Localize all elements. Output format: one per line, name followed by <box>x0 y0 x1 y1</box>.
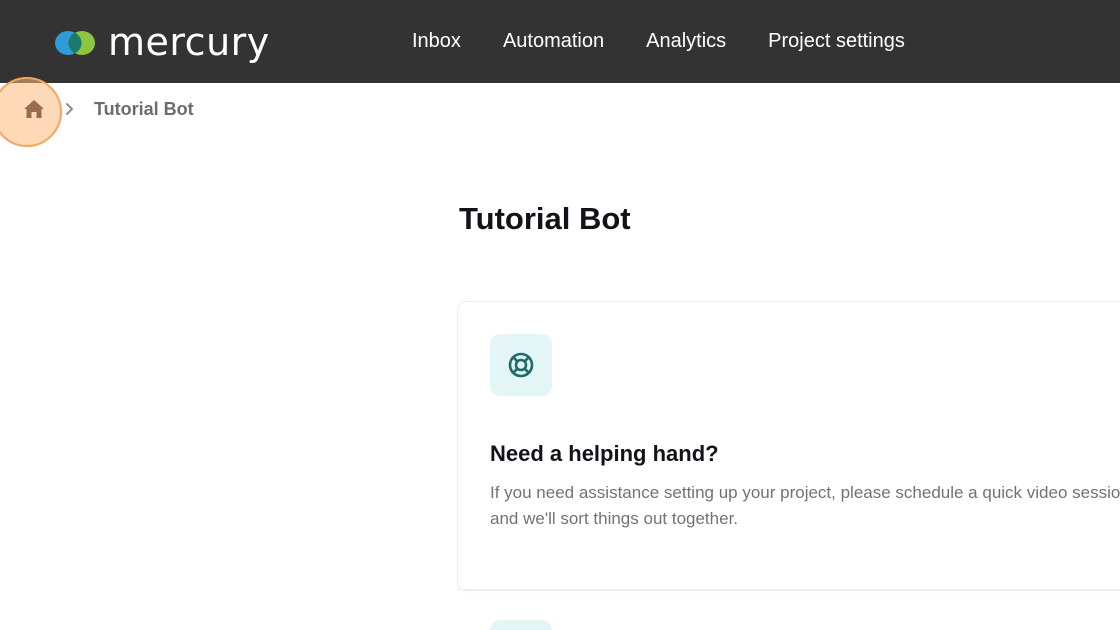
mercury-logo-icon <box>55 31 95 55</box>
help-card-description: If you need assistance setting up your p… <box>490 483 1120 528</box>
logo-wordmark: mercury <box>108 20 270 64</box>
help-card: Need a helping hand? If you need assista… <box>457 301 1120 591</box>
main-nav: Inbox Automation Analytics Project setti… <box>412 29 905 53</box>
top-navigation-bar: mercury Inbox Automation Analytics Proje… <box>0 0 1120 83</box>
mercury-logo[interactable]: mercury <box>54 20 270 64</box>
nav-item-automation[interactable]: Automation <box>503 29 604 53</box>
chevron-right-icon <box>66 103 73 115</box>
help-card-title: Need a helping hand? <box>490 441 719 466</box>
help-card-icon-box <box>490 334 552 396</box>
breadcrumb: Tutorial Bot <box>0 77 400 147</box>
lifebuoy-icon <box>508 352 534 378</box>
nav-item-analytics[interactable]: Analytics <box>646 29 726 53</box>
page-title: Tutorial Bot <box>459 201 631 236</box>
next-card-icon-box <box>490 620 552 630</box>
breadcrumb-current: Tutorial Bot <box>94 99 194 119</box>
nav-item-inbox[interactable]: Inbox <box>412 29 461 53</box>
card-divider <box>457 589 1120 590</box>
home-icon[interactable] <box>22 98 46 120</box>
nav-item-project-settings[interactable]: Project settings <box>768 29 905 53</box>
